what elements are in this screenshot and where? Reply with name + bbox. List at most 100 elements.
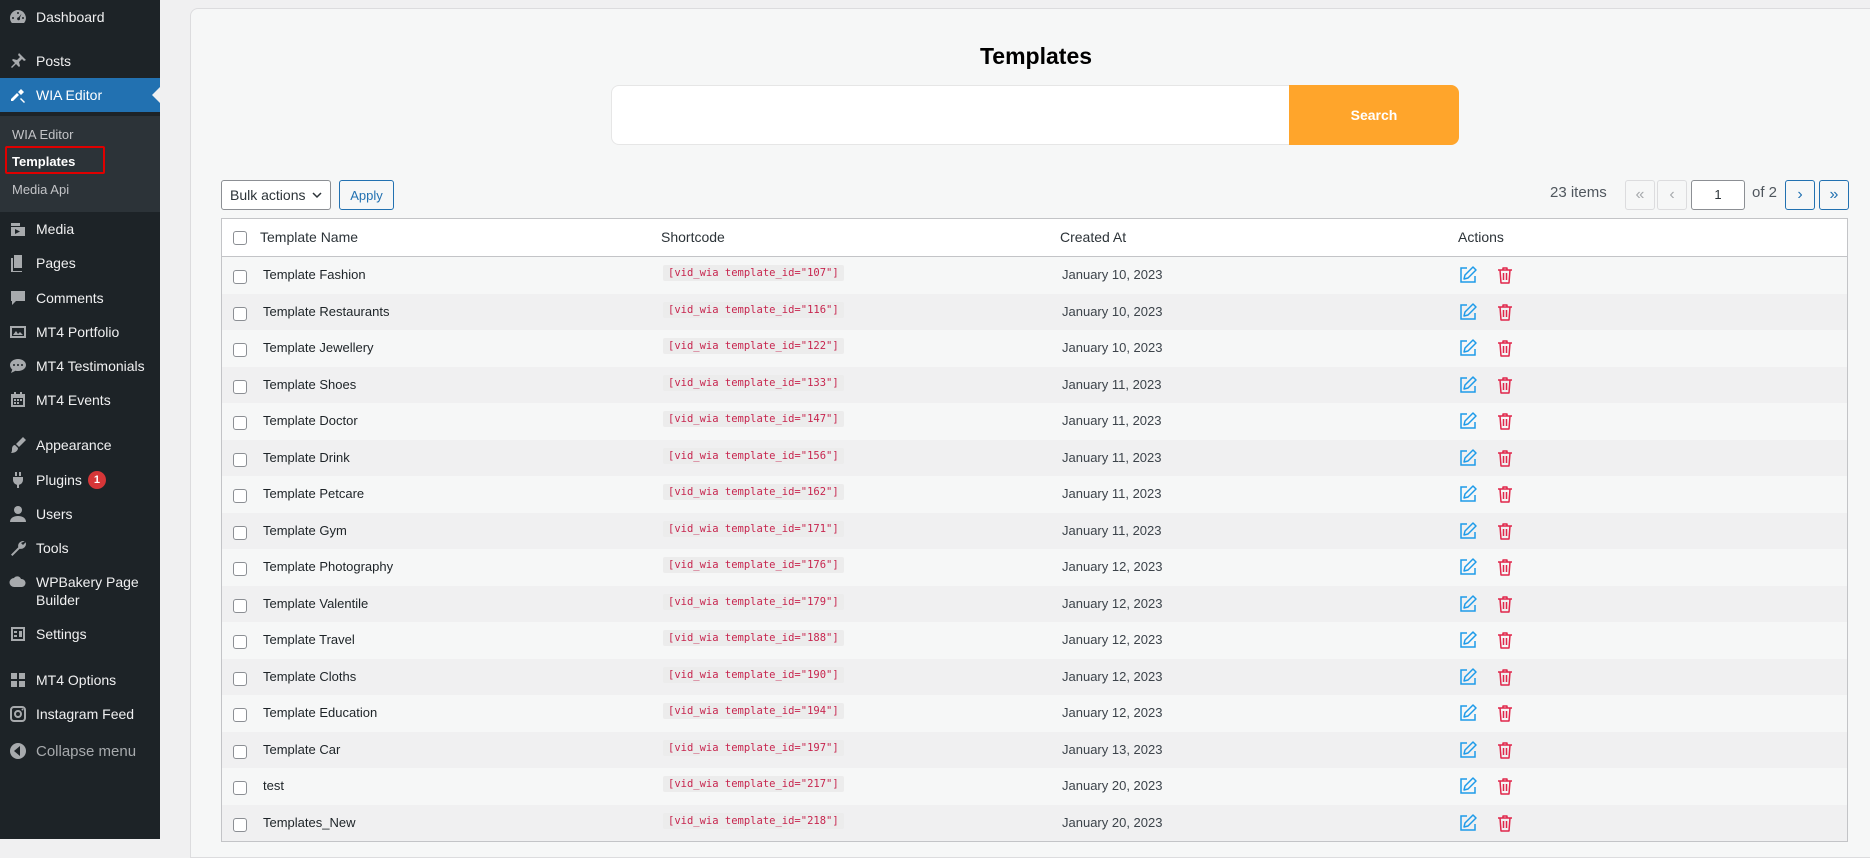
apply-button[interactable]: Apply [339, 180, 394, 210]
delete-icon[interactable] [1495, 667, 1515, 687]
row-checkbox[interactable] [233, 781, 247, 795]
menu-tools[interactable]: Tools [0, 531, 160, 565]
menu-label: Tools [36, 540, 69, 556]
menu-label: Plugins [36, 472, 82, 488]
menu-comments[interactable]: Comments [0, 281, 160, 315]
delete-icon[interactable] [1495, 630, 1515, 650]
row-checkbox[interactable] [233, 416, 247, 430]
menu-label: MT4 Events [36, 392, 111, 408]
bulk-actions-select[interactable]: Bulk actions [221, 180, 331, 210]
edit-icon[interactable] [1458, 375, 1478, 395]
next-page-button[interactable]: › [1785, 180, 1815, 210]
created-date: January 11, 2023 [1062, 413, 1162, 428]
table-row: Template Car [vid_wia template_id="197"] J… [222, 731, 1847, 768]
menu-mt4-options[interactable]: MT4 Options [0, 663, 160, 697]
pin-icon [0, 51, 36, 71]
edit-icon[interactable] [1458, 302, 1478, 322]
row-checkbox[interactable] [233, 744, 247, 759]
edit-icon[interactable] [1458, 265, 1478, 285]
header-created-at[interactable]: Created At [1060, 229, 1126, 245]
delete-icon[interactable] [1495, 776, 1515, 796]
template-name: Template Restaurants [263, 303, 390, 319]
menu-settings[interactable]: Settings [0, 617, 160, 651]
delete-icon[interactable] [1495, 484, 1515, 504]
row-checkbox[interactable] [233, 562, 247, 576]
menu-posts[interactable]: Posts [0, 44, 160, 78]
template-shortcode: [vid_wia template_id="179"] [663, 593, 844, 610]
submenu-media-api[interactable]: Media Api [12, 182, 69, 197]
menu-label: Comments [36, 290, 104, 306]
edit-icon[interactable] [1458, 557, 1478, 577]
edit-icon[interactable] [1458, 740, 1478, 760]
items-count: 23 items [1550, 184, 1607, 201]
row-checkbox[interactable] [233, 598, 247, 613]
row-checkbox[interactable] [233, 671, 247, 686]
table-row: Templates_New [vid_wia template_id="218"]… [222, 804, 1847, 841]
row-checkbox[interactable] [233, 817, 247, 832]
template-shortcode: [vid_wia template_id="188"] [663, 630, 844, 646]
current-page-input[interactable]: 1 [1691, 180, 1745, 210]
edit-icon[interactable] [1458, 813, 1478, 833]
last-page-button[interactable]: » [1819, 180, 1849, 210]
search-button[interactable]: Search [1289, 85, 1459, 145]
menu-pages[interactable]: Pages [0, 246, 160, 280]
menu-media[interactable]: Media [0, 212, 160, 246]
prev-page-button[interactable]: ‹ [1657, 180, 1687, 210]
edit-icon[interactable] [1458, 521, 1478, 541]
edit-icon[interactable] [1458, 448, 1478, 468]
collapse-menu-button[interactable]: Collapse menu [0, 734, 160, 768]
row-checkbox[interactable] [233, 525, 247, 540]
delete-icon[interactable] [1495, 740, 1515, 760]
template-name: Template Cloths [263, 668, 357, 684]
edit-icon[interactable] [1458, 667, 1478, 687]
row-checkbox[interactable] [233, 708, 247, 722]
select-all-checkbox[interactable] [233, 231, 247, 245]
delete-icon[interactable] [1495, 521, 1515, 541]
search-input[interactable] [611, 85, 1289, 145]
row-checkbox[interactable] [233, 270, 247, 284]
delete-icon[interactable] [1495, 302, 1515, 322]
menu-mt4-testimonials[interactable]: MT4 Testimonials [0, 349, 160, 383]
edit-icon[interactable] [1458, 594, 1478, 614]
edit-icon[interactable] [1458, 703, 1478, 723]
edit-icon[interactable] [1458, 338, 1478, 358]
admin-sidebar: Dashboard Posts WIA Editor WIA Editor Te… [0, 0, 160, 839]
edit-icon[interactable] [1458, 630, 1478, 650]
edit-icon[interactable] [1458, 484, 1478, 504]
chevron-down-icon [312, 192, 322, 199]
menu-wpbakery[interactable]: WPBakery Page Builder [0, 566, 160, 616]
delete-icon[interactable] [1495, 338, 1515, 358]
first-page-button[interactable]: « [1625, 180, 1655, 210]
menu-mt4-portfolio[interactable]: MT4 Portfolio [0, 315, 160, 349]
row-checkbox[interactable] [233, 343, 247, 357]
row-checkbox[interactable] [233, 489, 247, 503]
edit-icon[interactable] [1458, 776, 1478, 796]
row-checkbox[interactable] [233, 379, 247, 394]
menu-appearance[interactable]: Appearance [0, 428, 160, 462]
edit-icon[interactable] [1458, 411, 1478, 431]
menu-mt4-events[interactable]: MT4 Events [0, 383, 160, 417]
delete-icon[interactable] [1495, 411, 1515, 431]
delete-icon[interactable] [1495, 375, 1515, 395]
menu-instagram-feed[interactable]: Instagram Feed [0, 697, 160, 731]
menu-users[interactable]: Users [0, 497, 160, 531]
menu-label: Collapse menu [36, 742, 137, 760]
delete-icon[interactable] [1495, 594, 1515, 614]
delete-icon[interactable] [1495, 265, 1515, 285]
table-row: Template Gym [vid_wia template_id="171"] J… [222, 512, 1847, 549]
submenu-wia-editor[interactable]: WIA Editor [12, 127, 73, 142]
delete-icon[interactable] [1495, 448, 1515, 468]
table-row: test [vid_wia template_id="217"] January 2… [222, 768, 1847, 805]
header-template-name[interactable]: Template Name [260, 229, 358, 245]
row-checkbox[interactable] [233, 306, 247, 321]
template-shortcode: [vid_wia template_id="162"] [663, 484, 844, 500]
menu-dashboard[interactable]: Dashboard [0, 0, 160, 34]
row-checkbox[interactable] [233, 635, 247, 649]
delete-icon[interactable] [1495, 703, 1515, 723]
menu-label: Users [36, 506, 73, 522]
menu-plugins[interactable]: Plugins 1 [0, 463, 160, 497]
delete-icon[interactable] [1495, 557, 1515, 577]
row-checkbox[interactable] [233, 452, 247, 467]
menu-wia-editor[interactable]: WIA Editor [0, 78, 160, 112]
delete-icon[interactable] [1495, 813, 1515, 833]
